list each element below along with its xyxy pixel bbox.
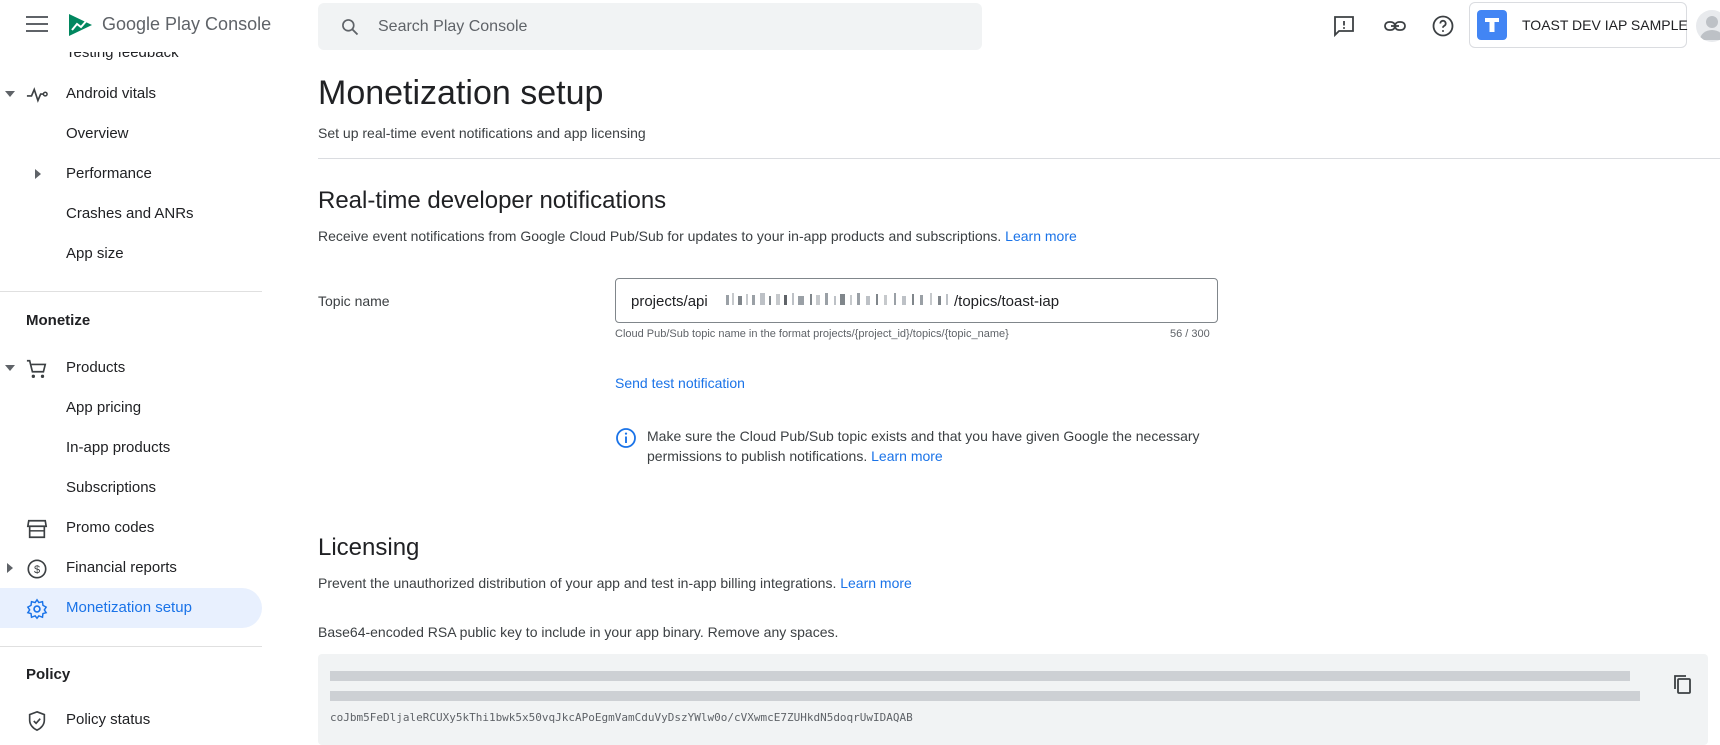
sidebar-divider: [0, 646, 262, 647]
sidebar-item-products[interactable]: Products: [0, 348, 262, 388]
app-selector-label: TOAST DEV IAP SAMPLE: [1522, 17, 1688, 33]
sidebar-item-label: Performance: [66, 165, 152, 182]
sidebar-item-label: App pricing: [66, 399, 142, 416]
sidebar-item-label: Android vitals: [66, 85, 157, 102]
sidebar-section-monetize: Monetize: [26, 312, 91, 329]
sidebar-divider: [0, 291, 262, 292]
sidebar-item-label: Overview: [66, 125, 129, 142]
sidebar-item-app-pricing[interactable]: App pricing: [0, 388, 262, 428]
link-icon[interactable]: [1383, 14, 1407, 38]
chevron-right-icon: [7, 563, 13, 573]
sidebar-item-android-vitals[interactable]: Android vitals: [0, 74, 262, 114]
section-divider: [318, 158, 1720, 159]
sidebar-section-policy: Policy: [26, 666, 71, 683]
rsa-public-key-box[interactable]: coJbm5FeDljaleRCUXy5kThi1bwk5x50vqJkcAPo…: [318, 654, 1708, 745]
vitals-icon: [26, 87, 48, 103]
search-icon: [342, 19, 359, 36]
topic-helper-text: Cloud Pub/Sub topic name in the format p…: [615, 328, 1009, 340]
sidebar: Testing feedback Android vitals Overview…: [0, 52, 262, 745]
rtdn-heading: Real-time developer notifications: [318, 187, 667, 214]
licensing-description: Prevent the unauthorized distribution of…: [318, 575, 912, 591]
page-subtitle: Set up real-time event notifications and…: [318, 125, 646, 141]
info-learn-more-link[interactable]: Learn more: [871, 448, 943, 464]
help-icon[interactable]: [1431, 14, 1455, 38]
info-icon: [616, 428, 636, 448]
app-selector[interactable]: TOAST DEV IAP SAMPLE: [1469, 2, 1688, 48]
sidebar-item-label: In-app products: [66, 439, 171, 456]
search-input[interactable]: [378, 3, 958, 50]
cart-icon: [26, 359, 47, 378]
sidebar-item-performance[interactable]: Performance: [0, 154, 262, 194]
sidebar-item-label: App size: [66, 245, 124, 262]
sidebar-item-monetization-setup[interactable]: Monetization setup: [0, 588, 262, 628]
sidebar-item-label: Subscriptions: [66, 479, 157, 496]
chevron-down-icon: [5, 91, 15, 97]
top-app-bar: Google Play Console TOAST DEV IAP SAMPLE: [0, 0, 1720, 52]
rsa-key-label: Base64-encoded RSA public key to include…: [318, 624, 839, 640]
rtdn-learn-more-link[interactable]: Learn more: [1005, 228, 1077, 244]
avatar[interactable]: [1696, 10, 1720, 42]
dollar-icon: $: [27, 559, 47, 579]
rtdn-description: Receive event notifications from Google …: [318, 228, 1077, 244]
gear-icon: [26, 598, 48, 620]
redacted-key-lines: [330, 671, 1640, 701]
licensing-description-text: Prevent the unauthorized distribution of…: [318, 575, 837, 591]
sidebar-item-label: Crashes and ANRs: [66, 205, 194, 222]
topic-value-prefix: projects/api: [631, 293, 708, 310]
licensing-learn-more-link[interactable]: Learn more: [840, 575, 912, 591]
sidebar-item-label: Monetization setup: [66, 599, 192, 616]
shield-icon: [28, 710, 46, 732]
app-icon: [1477, 10, 1507, 40]
copy-icon[interactable]: [1670, 672, 1694, 696]
sidebar-item-policy-status[interactable]: Policy status: [0, 700, 262, 740]
licensing-heading: Licensing: [318, 534, 420, 561]
sidebar-item-label: Promo codes: [66, 519, 155, 536]
topic-name-field[interactable]: projects/api /topics/toast-iap: [615, 278, 1218, 323]
menu-icon[interactable]: [26, 16, 48, 34]
sidebar-item-promo-codes[interactable]: Promo codes: [0, 508, 262, 548]
chevron-down-icon: [5, 365, 15, 371]
chevron-right-icon: [35, 169, 41, 179]
search-bar[interactable]: [318, 3, 982, 50]
sidebar-item-app-size[interactable]: App size: [0, 234, 262, 274]
sidebar-item-label: Products: [66, 359, 126, 376]
sidebar-item-in-app-products[interactable]: In-app products: [0, 428, 262, 468]
app-name[interactable]: Google Play Console: [102, 14, 271, 35]
rsa-key-text: coJbm5FeDljaleRCUXy5kThi1bwk5x50vqJkcAPo…: [330, 711, 913, 724]
info-message: Make sure the Cloud Pub/Sub topic exists…: [647, 426, 1217, 466]
send-test-notification-button[interactable]: Send test notification: [615, 375, 745, 391]
sidebar-item-testing-feedback[interactable]: Testing feedback: [66, 52, 179, 61]
sidebar-item-crashes[interactable]: Crashes and ANRs: [0, 194, 262, 234]
play-console-logo[interactable]: [66, 10, 96, 40]
sidebar-item-financial-reports[interactable]: $ Financial reports: [0, 548, 262, 588]
svg-text:$: $: [34, 564, 40, 576]
sidebar-item-overview[interactable]: Overview: [0, 114, 262, 154]
sidebar-item-label: Financial reports: [66, 559, 177, 576]
topic-name-label: Topic name: [318, 293, 390, 309]
sidebar-item-subscriptions[interactable]: Subscriptions: [0, 468, 262, 508]
rtdn-description-text: Receive event notifications from Google …: [318, 228, 1002, 244]
sidebar-item-label: Policy status: [66, 711, 151, 728]
topic-character-counter: 56 / 300: [1170, 328, 1210, 340]
page-title: Monetization setup: [318, 74, 604, 112]
redacted-project-id: [726, 293, 948, 305]
topic-value-suffix: /topics/toast-iap: [954, 293, 1060, 310]
store-icon: [26, 519, 48, 539]
feedback-icon[interactable]: [1332, 14, 1356, 38]
